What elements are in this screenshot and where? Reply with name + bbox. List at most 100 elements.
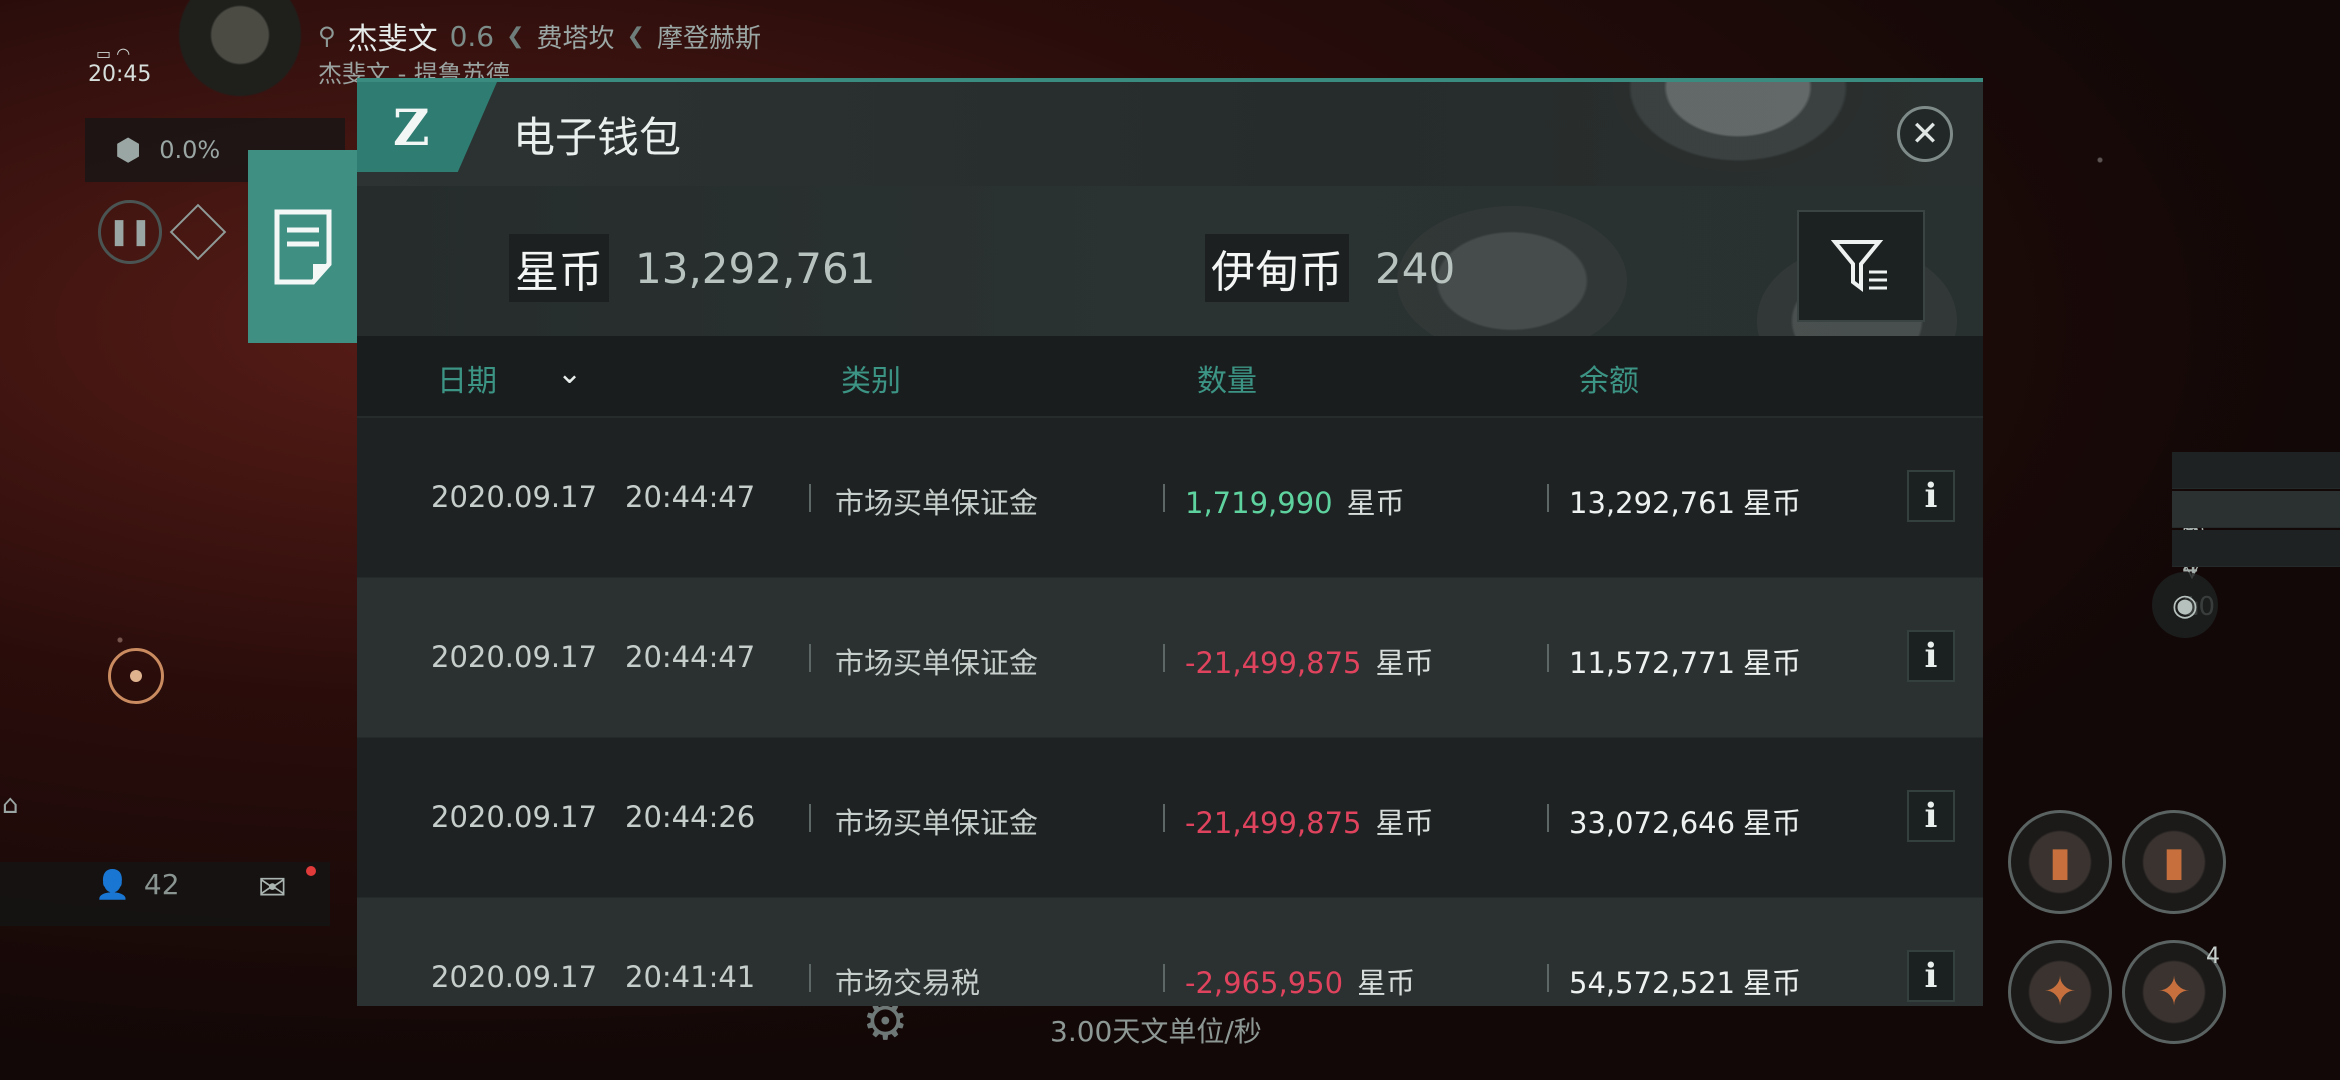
row-amount-unit: 星币 <box>1375 646 1434 680</box>
row-category: 市场买单保证金 <box>835 646 1039 680</box>
module-count-badge: 4 <box>2206 944 2220 969</box>
balance-summary: 星币 13,292,761 伊甸币 240 <box>357 186 1983 336</box>
divider <box>809 804 811 832</box>
row-time: 20:44:26 <box>625 800 756 834</box>
column-category: 类别 <box>841 364 901 399</box>
row-balance: 33,072,646 <box>1569 806 1736 840</box>
column-balance: 余额 <box>1579 364 1639 399</box>
pilot-avatar[interactable] <box>165 0 315 100</box>
speed-readout: 3.00天文单位/秒 <box>1050 1015 1262 1048</box>
row-amount: -21,499,875 <box>1185 646 1362 680</box>
divider <box>1163 964 1165 992</box>
table-row[interactable]: 2020.09.17 20:44:26 市场买单保证金 -21,499,875 星… <box>357 738 1983 898</box>
transaction-list: 2020.09.17 20:44:47 市场买单保证金 1,719,990 星币 … <box>357 418 1983 1006</box>
row-balance-unit: 星币 <box>1743 646 1802 680</box>
wifi-icon: ▭ ◠ <box>96 44 131 63</box>
divider <box>809 484 811 512</box>
wallet-journal-tab[interactable] <box>248 150 358 343</box>
eye-icon[interactable]: ◉ <box>2152 572 2218 638</box>
row-amount: -2,965,950 <box>1185 966 1344 1000</box>
contacts-button[interactable]: 👤 42 <box>95 868 180 901</box>
divider <box>809 964 811 992</box>
row-amount: -21,499,875 <box>1185 806 1362 840</box>
info-button[interactable]: i <box>1907 790 1955 842</box>
row-category: 市场交易税 <box>835 966 981 1000</box>
cube-icon: ⬢ <box>115 132 142 168</box>
coin-decoration <box>1613 82 1863 172</box>
row-balance: 54,572,521 <box>1569 966 1736 1000</box>
chevron-left-icon: ❮ <box>506 23 525 49</box>
table-row[interactable]: 2020.09.17 20:41:41 市场交易税 -2,965,950 星币 5… <box>357 898 1983 1006</box>
row-amount-unit: 星币 <box>1375 806 1434 840</box>
module-slot[interactable]: ▮ <box>2008 810 2112 914</box>
row-balance-unit: 星币 <box>1743 486 1802 520</box>
module-slot[interactable]: ▮ <box>2122 810 2226 914</box>
info-button[interactable]: i <box>1907 630 1955 682</box>
pause-button[interactable]: ❚❚ <box>98 200 162 264</box>
table-row[interactable]: 2020.09.17 20:44:47 市场买单保证金 -21,499,875 星… <box>357 578 1983 738</box>
cargo-percent: 0.0% <box>159 136 221 164</box>
table-header: 日期 ⌄ 类别 数量 余额 <box>357 336 1983 418</box>
pause-icon: ❚❚ <box>108 217 152 247</box>
divider <box>809 644 811 672</box>
divider <box>1547 484 1549 512</box>
divider <box>1547 804 1549 832</box>
balance-value: 240 <box>1375 243 1456 293</box>
row-balance-unit: 星币 <box>1743 966 1802 1000</box>
ammo-icon: ▮ <box>2162 839 2185 885</box>
location-pin-icon: ⚲ <box>318 22 336 50</box>
row-time: 20:41:41 <box>625 960 756 994</box>
table-row[interactable]: 2020.09.17 20:44:47 市场买单保证金 1,719,990 星币 … <box>357 418 1983 578</box>
info-button[interactable]: i <box>1907 470 1955 522</box>
row-category: 市场买单保证金 <box>835 806 1039 840</box>
location-breadcrumb[interactable]: ⚲ 杰斐文 0.6 ❮ 费塔坎 ❮ 摩登赫斯 <box>318 14 761 58</box>
clock: 20:45 <box>88 62 152 87</box>
balance-label: 星币 <box>509 234 609 302</box>
mail-icon[interactable]: ✉ <box>258 868 287 908</box>
close-icon: ✕ <box>1910 114 1940 154</box>
row-date: 2020.09.17 <box>431 640 598 674</box>
filter-icon <box>1831 240 1887 292</box>
contacts-count: 42 <box>143 868 180 901</box>
row-amount: 1,719,990 <box>1185 486 1333 520</box>
filter-button[interactable] <box>1797 210 1925 322</box>
target-icon[interactable] <box>108 648 164 704</box>
constellation-name: 费塔坎 <box>536 23 615 54</box>
notification-dot <box>306 866 316 876</box>
security-status: 0.6 <box>449 19 495 53</box>
row-balance: 11,572,771 <box>1569 646 1736 680</box>
close-button[interactable]: ✕ <box>1897 106 1953 162</box>
divider <box>1547 644 1549 672</box>
balance-label: 伊甸币 <box>1205 234 1349 302</box>
count-row: ▪10 <box>2172 530 2340 622</box>
info-button[interactable]: i <box>1907 950 1955 1002</box>
column-date[interactable]: 日期 <box>437 356 497 400</box>
wallet-header: Z 电子钱包 ✕ <box>357 82 1983 186</box>
page-title: 电子钱包 <box>513 113 682 162</box>
wallet-panel: Z 电子钱包 ✕ 星币 13,292,761 伊甸币 240 日期 ⌄ 类别 数… <box>357 78 1983 1006</box>
turret-icon: ✦ <box>2157 969 2191 1015</box>
divider <box>1547 964 1549 992</box>
count-row: ◎ 9 <box>2172 452 2340 544</box>
row-time: 20:44:47 <box>625 480 756 514</box>
chevron-down-icon[interactable]: ⌄ <box>557 356 582 391</box>
chevron-left-icon: ❮ <box>626 23 645 49</box>
isk-balance: 星币 13,292,761 <box>509 234 875 302</box>
overview-counts[interactable]: ◎9 ▽4 ▪10 <box>2172 452 2340 622</box>
balance-value: 13,292,761 <box>635 243 876 293</box>
turret-icon: ✦ <box>2043 969 2077 1015</box>
region-name: 摩登赫斯 <box>657 23 762 54</box>
module-slot[interactable]: ✦ <box>2008 940 2112 1044</box>
count-row: ▽ 4 <box>2172 491 2340 583</box>
home-icon[interactable]: ⌂ <box>2 790 19 820</box>
row-amount-unit: 星币 <box>1357 966 1416 1000</box>
row-balance-unit: 星币 <box>1743 806 1802 840</box>
column-amount: 数量 <box>1197 364 1257 399</box>
row-date: 2020.09.17 <box>431 960 598 994</box>
divider <box>1163 484 1165 512</box>
row-balance: 13,292,761 <box>1569 486 1736 520</box>
row-date: 2020.09.17 <box>431 800 598 834</box>
ammo-icon: ▮ <box>2048 839 2071 885</box>
system-name: 杰斐文 <box>347 22 438 57</box>
divider <box>1163 644 1165 672</box>
